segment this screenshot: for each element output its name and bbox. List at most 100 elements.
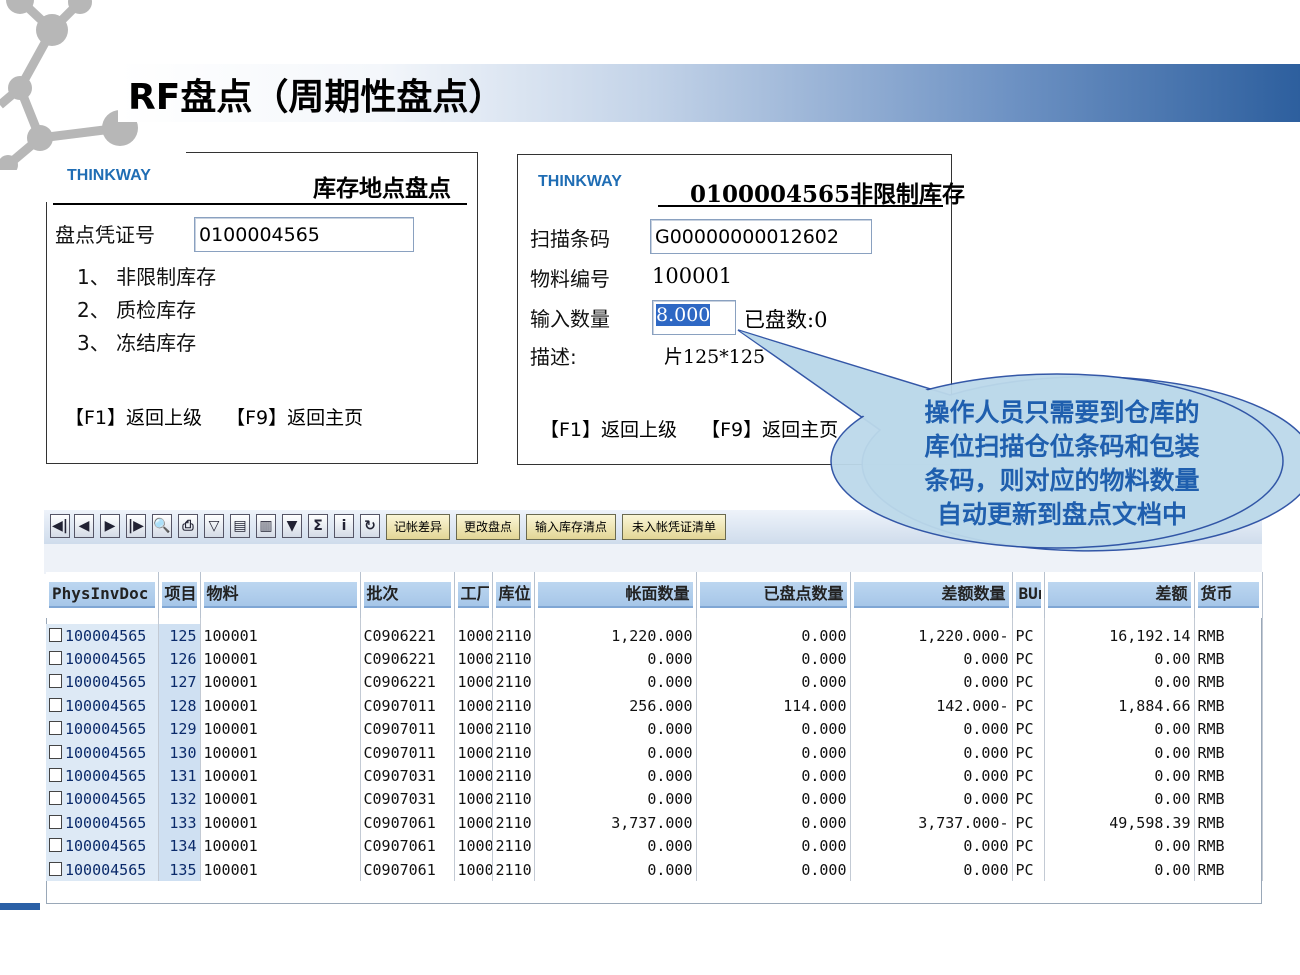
table-row[interactable]: 100004565 133 100001 C0907061 1000 2110 3,737.… — [46, 811, 1263, 835]
column-header[interactable]: 项目 — [158, 572, 201, 618]
table-cell: PC — [1012, 787, 1045, 812]
table-cell: 130 — [158, 740, 201, 765]
table-cell: 2110 — [492, 647, 535, 671]
row-select-checkbox[interactable] — [49, 674, 62, 689]
table-row[interactable]: 100004565 129 100001 C0907011 1000 2110 0.000 0… — [46, 717, 1263, 741]
scan-barcode-input[interactable] — [650, 219, 872, 254]
table-cell: 0.000 — [534, 834, 697, 858]
first-page-icon[interactable]: ◀| — [50, 514, 70, 538]
enter-count-button[interactable]: 输入库存清点 — [526, 514, 616, 540]
table-cell: 0.000 — [696, 717, 851, 741]
table-row[interactable]: 100004565 132 100001 C0907031 1000 2110 0.000 0… — [46, 787, 1263, 812]
table-cell: 2110 — [492, 764, 535, 788]
column-header[interactable]: 差额 — [1044, 572, 1195, 618]
f9-home-key[interactable]: 【F9】返回主页 — [226, 407, 363, 429]
row-select-checkbox[interactable] — [49, 814, 62, 829]
column-header[interactable]: 物料 — [200, 572, 361, 618]
row-select-checkbox[interactable] — [49, 721, 62, 736]
row-select-checkbox[interactable] — [49, 744, 62, 759]
row-select-checkbox[interactable] — [49, 768, 62, 783]
table-cell: 0.000 — [534, 857, 697, 882]
table-cell: RMB — [1194, 694, 1263, 718]
table-row[interactable]: 100004565 131 100001 C0907031 1000 2110 0.000 0… — [46, 764, 1263, 788]
column-header[interactable]: PhysInvDoc — [46, 572, 159, 618]
table-row[interactable]: 100004565 128 100001 C0907011 1000 2110 256.00… — [46, 694, 1263, 718]
table-row[interactable]: 100004565 125 100001 C0906221 1000 2110 1,220.… — [46, 624, 1263, 648]
table-cell: 1000 — [454, 857, 493, 882]
post-differences-button[interactable]: 记帐差异 — [386, 514, 450, 540]
change-count-button[interactable]: 更改盘点 — [456, 514, 520, 540]
column-header[interactable]: 帐面数量 — [534, 572, 697, 618]
column-header[interactable]: 工厂 — [454, 572, 493, 618]
table-cell: 100004565 — [46, 694, 159, 718]
table-cell: 0.00 — [1044, 834, 1195, 858]
row-select-checkbox[interactable] — [49, 838, 62, 853]
table-cell: C0907011 — [360, 740, 455, 765]
brand-logo: THINKWAY — [538, 173, 622, 190]
row-select-checkbox[interactable] — [49, 697, 62, 712]
last-page-icon[interactable]: |▶ — [126, 514, 146, 538]
table-cell: 0.000 — [850, 740, 1013, 765]
table-cell: C0907031 — [360, 764, 455, 788]
table-cell: PC — [1012, 857, 1045, 882]
quantity-input[interactable]: 8.000 — [652, 300, 736, 335]
column-header[interactable]: BUn — [1012, 572, 1045, 618]
table-cell: 0.000 — [534, 764, 697, 788]
table-cell: 100001 — [200, 834, 361, 858]
next-page-icon[interactable]: ▶ — [100, 514, 120, 538]
option-unrestricted[interactable]: 1、 非限制库存 — [77, 261, 216, 290]
column-header[interactable]: 已盘点数量 — [696, 572, 851, 618]
table-cell: 100001 — [200, 647, 361, 671]
f9-home-key[interactable]: 【F9】返回主页 — [701, 419, 838, 441]
table-cell: 131 — [158, 764, 201, 788]
sort-icon[interactable]: ▼ — [282, 514, 302, 538]
description-label: 描述: — [530, 345, 577, 369]
description-value: 片125*125 — [664, 346, 766, 368]
row-select-checkbox[interactable] — [49, 627, 62, 642]
column-header[interactable]: 库位 — [492, 572, 535, 618]
table-cell: 0.000 — [696, 787, 851, 812]
table-row[interactable]: 100004565 126 100001 C0906221 1000 2110 0.000 0… — [46, 647, 1263, 671]
f1-back-key[interactable]: 【F1】返回上级 — [540, 419, 677, 441]
prev-page-icon[interactable]: ◀ — [74, 514, 94, 538]
refresh-icon[interactable]: ↻ — [360, 514, 380, 538]
unposted-docs-button[interactable]: 未入帐凭证清单 — [622, 514, 726, 540]
export-icon[interactable]: ▥ — [256, 514, 276, 538]
filter-icon[interactable]: ▽ — [204, 514, 224, 538]
f1-back-key[interactable]: 【F1】返回上级 — [65, 407, 202, 429]
info-icon[interactable]: i — [334, 514, 354, 538]
table-row[interactable]: 100004565 134 100001 C0907061 1000 2110 0.000 0… — [46, 834, 1263, 858]
option-blocked[interactable]: 3、 冻结库存 — [77, 327, 196, 356]
layout-icon[interactable]: ▤ — [230, 514, 250, 538]
doc-number-input[interactable] — [194, 217, 414, 252]
table-row[interactable]: 100004565 135 100001 C0907061 1000 2110 0.000 0… — [46, 857, 1263, 882]
table-cell: 0.000 — [696, 811, 851, 835]
column-header[interactable]: 差额数量 — [850, 572, 1013, 618]
doc-number-label: 盘点凭证号 — [55, 223, 155, 247]
table-cell: 2110 — [492, 811, 535, 835]
table-cell: 0.00 — [1044, 764, 1195, 788]
table-cell: 100004565 — [46, 764, 159, 788]
table-cell: 100004565 — [46, 717, 159, 741]
table-cell: 1000 — [454, 787, 493, 812]
table-row[interactable]: 100004565 127 100001 C0906221 1000 2110 0.000 0… — [46, 670, 1263, 695]
table-cell: C0907061 — [360, 857, 455, 882]
find-icon[interactable]: 🔍 — [152, 514, 172, 538]
column-header[interactable]: 货币 — [1194, 572, 1263, 618]
brand-logo: THINKWAY — [67, 167, 151, 184]
row-select-checkbox[interactable] — [49, 791, 62, 806]
table-cell: PC — [1012, 834, 1045, 858]
table-cell: 0.00 — [1044, 740, 1195, 765]
table-cell: 0.00 — [1044, 717, 1195, 741]
table-cell: 100004565 — [46, 624, 159, 648]
row-select-checkbox[interactable] — [49, 651, 62, 666]
table-cell: 100001 — [200, 764, 361, 788]
table-row[interactable]: 100004565 130 100001 C0907011 1000 2110 0.000 0… — [46, 740, 1263, 765]
sum-icon[interactable]: Σ — [308, 514, 328, 538]
table-cell: RMB — [1194, 647, 1263, 671]
option-quality-inspection[interactable]: 2、 质检库存 — [77, 294, 196, 323]
column-header[interactable]: 批次 — [360, 572, 455, 618]
print-icon[interactable]: ⎙ — [178, 514, 198, 538]
row-select-checkbox[interactable] — [49, 861, 62, 876]
table-cell: PC — [1012, 647, 1045, 671]
